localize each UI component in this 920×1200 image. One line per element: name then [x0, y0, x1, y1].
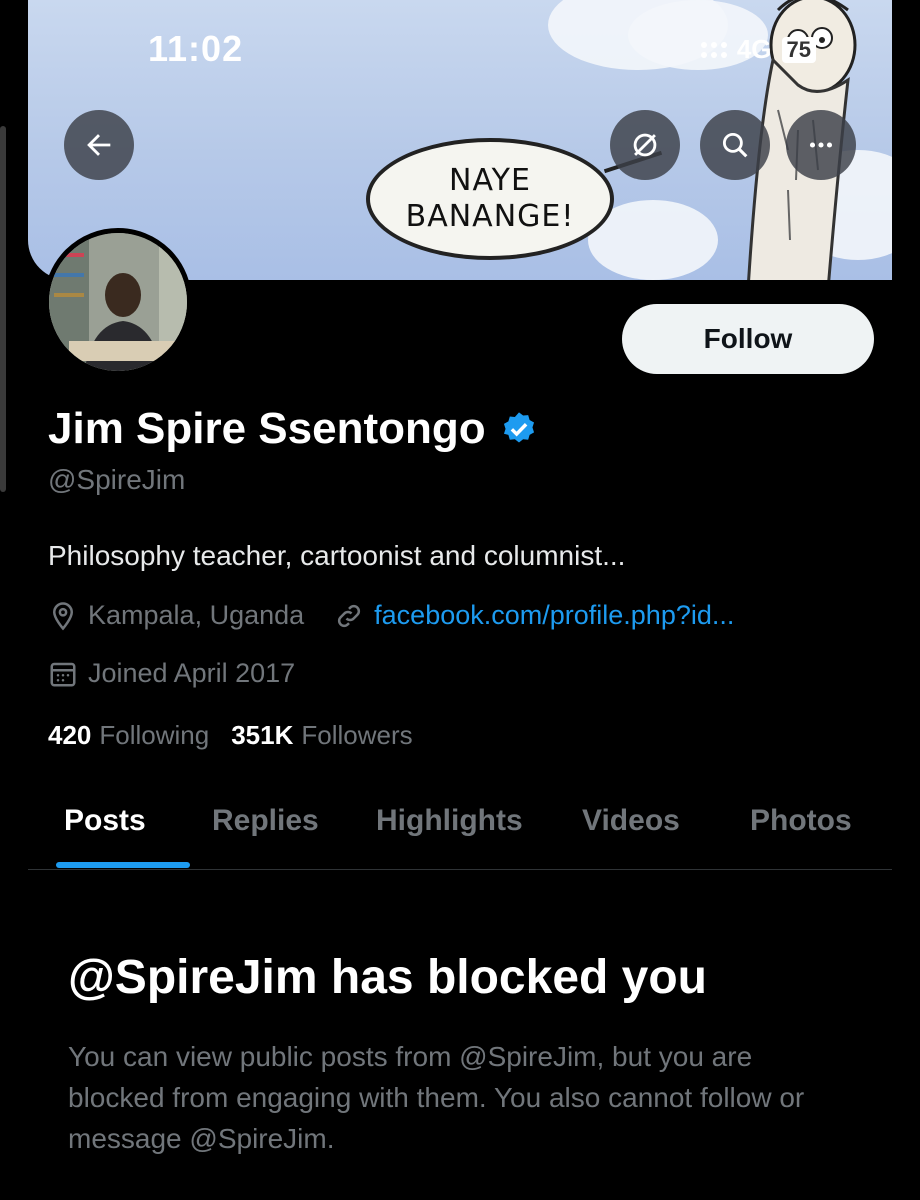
mute-icon — [633, 133, 657, 157]
avatar-photo — [49, 233, 187, 371]
followers-stat[interactable]: 351K Followers — [231, 720, 412, 751]
display-name: Jim Spire Ssentongo — [48, 404, 486, 453]
back-button[interactable] — [64, 110, 134, 180]
arrow-left-icon — [87, 134, 111, 156]
tab-posts[interactable]: Posts — [64, 804, 146, 838]
following-stat[interactable]: 420 Following — [48, 720, 209, 751]
location-text: Kampala, Uganda — [88, 600, 305, 630]
following-count: 420 — [48, 720, 92, 750]
website-link[interactable]: facebook.com/profile.php?id... — [374, 600, 734, 631]
battery-icon: 75 — [781, 36, 816, 63]
blocked-title: @SpireJim has blocked you — [68, 951, 707, 1004]
joined-item: Joined April 2017 — [48, 658, 295, 689]
joined-text: Joined April 2017 — [88, 658, 296, 688]
following-label: Following — [99, 720, 210, 750]
profile-name-row: Jim Spire Ssentongo — [48, 404, 538, 454]
profile-banner[interactable]: NAYE BANANGE! 11:02 4G 75 — [28, 0, 892, 280]
tab-videos[interactable]: Videos — [582, 804, 680, 838]
tab-highlights[interactable]: Highlights — [376, 804, 523, 838]
verified-badge-icon[interactable] — [500, 410, 538, 448]
followers-label: Followers — [301, 720, 413, 750]
location-pin-icon — [52, 601, 74, 630]
website-item[interactable]: facebook.com/profile.php?id... — [334, 600, 734, 631]
calendar-icon — [50, 662, 76, 686]
profile-handle: @SpireJim — [48, 464, 186, 495]
signal-icon — [700, 41, 727, 58]
profile-tabs: Posts Replies Highlights Videos Photos — [28, 790, 892, 870]
mute-button[interactable] — [610, 110, 680, 180]
side-scroll-handle — [0, 126, 6, 492]
network-type: 4G — [736, 34, 772, 64]
tab-replies[interactable]: Replies — [212, 804, 319, 838]
blocked-message: You can view public posts from @SpireJim… — [68, 1041, 805, 1154]
joined-row: Joined April 2017 — [48, 658, 325, 689]
speech-line-1: NAYE — [449, 163, 531, 198]
tab-photos[interactable]: Photos — [750, 804, 852, 838]
speech-bubble: NAYE BANANGE! — [366, 138, 614, 260]
status-indicators: 4G 75 — [700, 34, 816, 65]
active-tab-indicator — [56, 862, 190, 868]
follow-stats: 420 Following 351K Followers — [48, 720, 435, 751]
avatar[interactable] — [44, 228, 192, 376]
location-item: Kampala, Uganda — [48, 600, 304, 631]
link-icon — [338, 604, 361, 627]
status-time: 11:02 — [148, 28, 244, 69]
profile-bio: Philosophy teacher, cartoonist and colum… — [48, 540, 626, 571]
followers-count: 351K — [231, 720, 294, 750]
profile-meta-row: Kampala, Uganda facebook.com/profile.php… — [48, 600, 764, 631]
more-button[interactable] — [786, 110, 856, 180]
search-button[interactable] — [700, 110, 770, 180]
search-icon — [722, 132, 748, 158]
more-icon — [809, 142, 833, 148]
speech-line-2: BANANGE! — [405, 199, 575, 234]
follow-button[interactable]: Follow — [622, 304, 874, 374]
